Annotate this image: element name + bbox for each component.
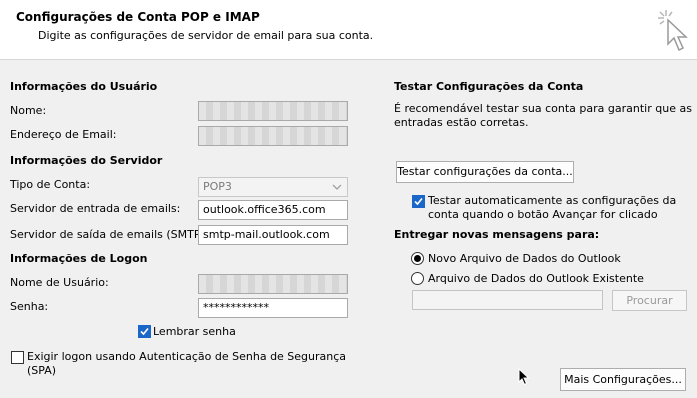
existing-data-file-radio[interactable] bbox=[411, 272, 424, 285]
cursor-click-icon bbox=[658, 10, 688, 52]
test-description-continued: entradas estão corretas. bbox=[394, 116, 529, 129]
user-info-heading: Informações do Usuário bbox=[10, 80, 158, 93]
new-data-file-label: Novo Arquivo de Dados do Outlook bbox=[428, 252, 621, 265]
page-subtitle: Digite as configurações de servidor de e… bbox=[38, 29, 374, 42]
more-settings-button[interactable]: Mais Configurações... bbox=[560, 368, 686, 391]
browse-button[interactable]: Procurar bbox=[612, 290, 687, 311]
remember-password-label: Lembrar senha bbox=[153, 325, 236, 338]
auto-test-label-continued: conta quando o botão Avançar for clicado bbox=[428, 208, 658, 221]
outgoing-server-input[interactable]: smtp-mail.outlook.com bbox=[198, 225, 348, 245]
outgoing-server-label: Servidor de saída de emails (SMTP): bbox=[10, 228, 209, 241]
remember-password-checkbox[interactable] bbox=[138, 325, 151, 338]
auto-test-label: Testar automaticamente as configurações … bbox=[428, 194, 677, 207]
test-description: É recomendável testar sua conta para gar… bbox=[394, 102, 692, 115]
password-label: Senha: bbox=[10, 300, 49, 313]
mouse-pointer-icon bbox=[518, 368, 530, 386]
incoming-server-label: Servidor de entrada de emails: bbox=[10, 202, 181, 215]
spa-label-continued: (SPA) bbox=[27, 364, 57, 377]
chevron-down-icon bbox=[332, 184, 342, 190]
account-type-value: POP3 bbox=[203, 180, 232, 193]
existing-data-file-label: Arquivo de Dados do Outlook Existente bbox=[428, 272, 644, 285]
server-info-heading: Informações do Servidor bbox=[10, 154, 163, 167]
spa-checkbox[interactable] bbox=[11, 351, 24, 364]
incoming-server-input[interactable]: outlook.office365.com bbox=[198, 200, 348, 220]
username-label: Nome de Usuário: bbox=[10, 276, 109, 289]
delivery-heading: Entregar novas mensagens para: bbox=[394, 228, 600, 241]
spa-label: Exigir logon usando Autenticação de Senh… bbox=[27, 350, 347, 363]
new-data-file-radio[interactable] bbox=[411, 252, 424, 265]
logon-info-heading: Informações de Logon bbox=[10, 252, 148, 265]
data-file-path-input[interactable] bbox=[412, 290, 603, 310]
test-account-button[interactable]: Testar configurações da conta... bbox=[396, 161, 574, 183]
checkmark-icon bbox=[140, 327, 149, 336]
email-label: Endereço de Email: bbox=[10, 128, 117, 141]
account-type-select[interactable]: POP3 bbox=[198, 177, 348, 197]
name-label: Nome: bbox=[10, 104, 47, 117]
name-input[interactable] bbox=[198, 101, 348, 121]
username-input[interactable] bbox=[198, 274, 348, 294]
test-settings-heading: Testar Configurações da Conta bbox=[394, 80, 584, 93]
password-input[interactable]: ************ bbox=[198, 298, 348, 318]
account-type-label: Tipo de Conta: bbox=[10, 178, 91, 191]
dialog-header: Configurações de Conta POP e IMAP Digite… bbox=[0, 0, 697, 60]
auto-test-checkbox[interactable] bbox=[412, 195, 425, 208]
checkmark-icon bbox=[414, 197, 423, 206]
page-title: Configurações de Conta POP e IMAP bbox=[16, 10, 260, 24]
email-input[interactable] bbox=[198, 126, 348, 146]
